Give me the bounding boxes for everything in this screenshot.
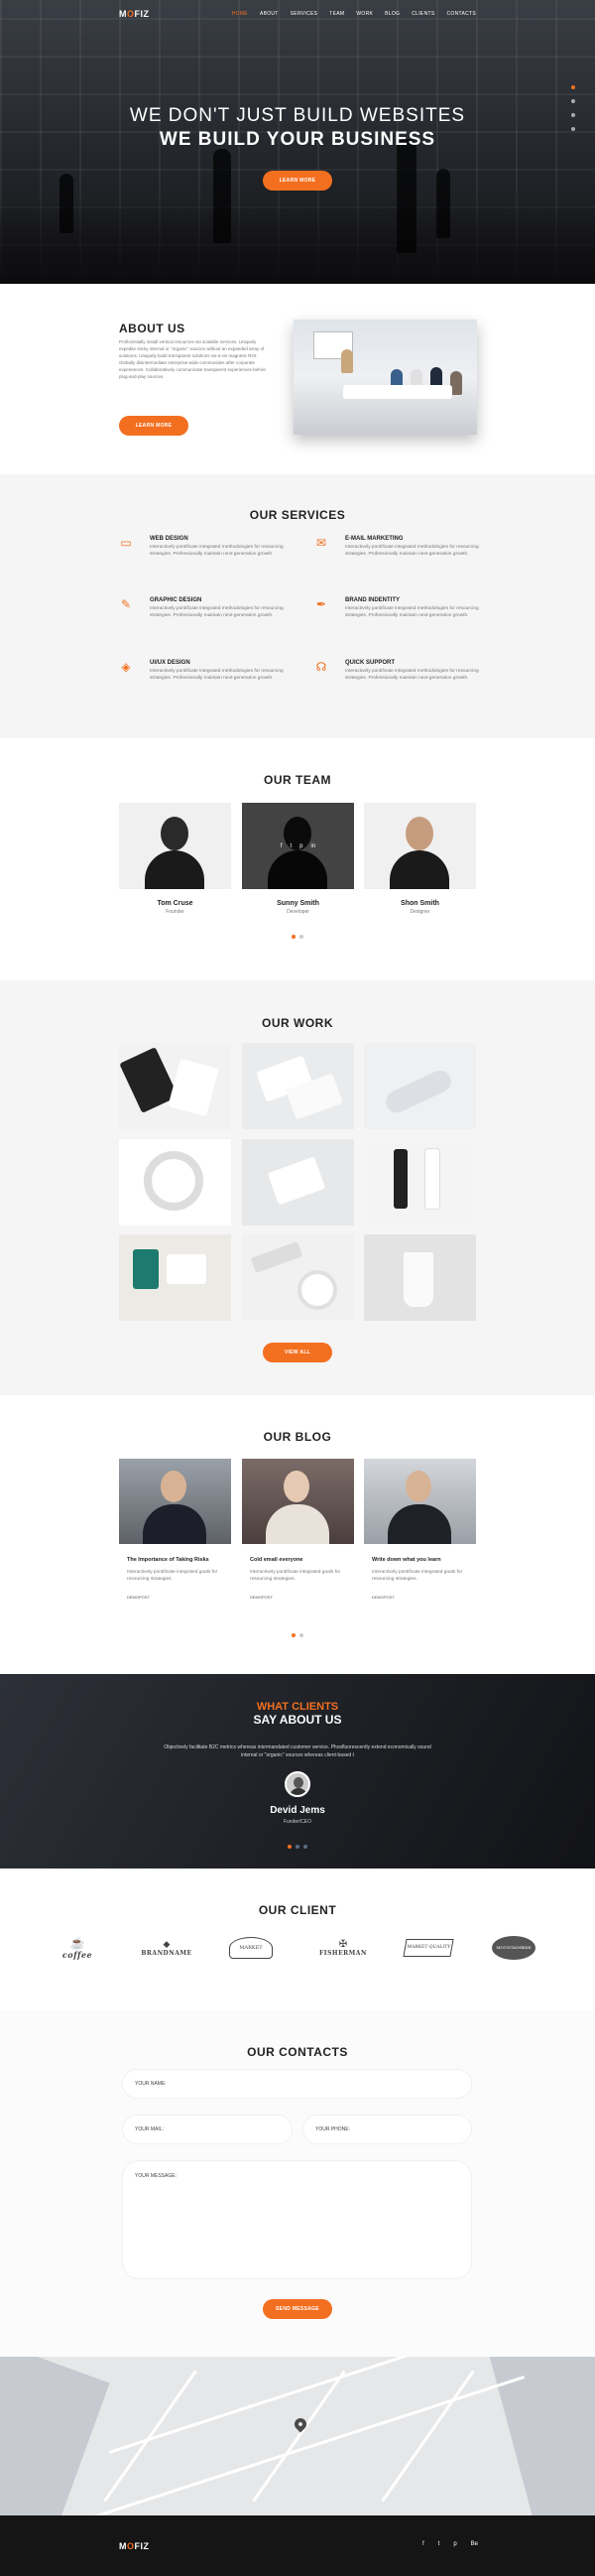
name-field[interactable]: YOUR NAME: (123, 2070, 471, 2098)
blog-title: OUR BLOG (263, 1430, 332, 1444)
pinterest-icon[interactable]: p (299, 843, 302, 849)
team-member: Tom Cruse Founder (119, 803, 231, 915)
portfolio-item[interactable] (364, 1234, 476, 1321)
nav-home[interactable]: HOME (232, 11, 248, 17)
team-member: Shon Smith Designer (364, 803, 476, 915)
nav-about[interactable]: ABOUT (260, 11, 279, 17)
footer: MOFIZ f t p Be (0, 2515, 595, 2576)
testimonial-quote: Objectively facilitate B2C metrics where… (164, 1744, 431, 1758)
team-social-overlay: f t p in (242, 803, 354, 889)
logo[interactable]: MOFIZ (119, 9, 150, 19)
pinterest-icon[interactable]: p (453, 2541, 456, 2547)
team-photo[interactable]: f t p in (242, 803, 354, 889)
edit-icon: ✎ (120, 597, 132, 611)
team-photo[interactable] (364, 803, 476, 889)
portfolio-item[interactable] (364, 1043, 476, 1129)
message-field[interactable]: YOUR MESSAGE: (123, 2161, 471, 2278)
phone-field[interactable]: YOUR PHONE: (303, 2116, 471, 2143)
client-logo[interactable]: MOUNTAINBIKE (486, 1928, 541, 1968)
testimonial-title: SAY ABOUT US (253, 1713, 342, 1727)
portfolio-item[interactable] (119, 1043, 231, 1129)
footer-logo[interactable]: MOFIZ (119, 2541, 150, 2551)
nav-clients[interactable]: CLIENTS (412, 11, 434, 17)
layers-icon: ◈ (121, 660, 131, 674)
hero-section: MOFIZ HOME ABOUT SERVICES TEAM WORK BLOG… (0, 0, 595, 284)
portfolio-item[interactable] (364, 1139, 476, 1225)
about-title: ABOUT US (119, 322, 185, 335)
footer-social: f t p Be (422, 2541, 478, 2547)
send-message-button[interactable]: SEND MESSAGE (263, 2299, 332, 2319)
about-image (294, 320, 477, 435)
blog-post: The Importance of Taking Risks Interacti… (119, 1459, 231, 1600)
monitor-icon: ▭ (120, 536, 132, 550)
testimonial-role: Funder/CEO (283, 1819, 312, 1825)
about-learn-more-button[interactable]: LEARN MORE (119, 416, 188, 436)
about-text: Proficientially install vertical resourc… (119, 339, 266, 379)
pen-icon: ✒ (315, 597, 327, 611)
clients-title: OUR CLIENT (258, 1903, 337, 1917)
blog-post: Write down what you learn Interactively … (364, 1459, 476, 1600)
work-section: OUR WORK VIEW ALL (0, 980, 595, 1395)
facebook-icon[interactable]: f (281, 843, 283, 849)
services-title: OUR SERVICES (249, 508, 346, 522)
avatar (285, 1771, 310, 1797)
client-logo[interactable]: ◆ BRANDNAME (137, 1928, 196, 1968)
main-menu: HOME ABOUT SERVICES TEAM WORK BLOG CLIEN… (232, 11, 476, 17)
testimonial-subtitle: WHAT CLIENTS (256, 1701, 339, 1713)
view-all-button[interactable]: VIEW ALL (263, 1343, 332, 1362)
services-section: OUR SERVICES ▭ WEB DESIGN Interactively … (0, 474, 595, 738)
client-logo[interactable]: MARKET QUALITY (401, 1928, 456, 1968)
work-title: OUR WORK (262, 1016, 333, 1030)
testimonial-dots (0, 1845, 595, 1849)
blog-image[interactable] (364, 1459, 476, 1544)
blog-carousel-dots (0, 1633, 595, 1637)
client-logo[interactable]: ☕ coffee (58, 1928, 97, 1968)
blog-post: Cold email everyone Interactively pontif… (242, 1459, 354, 1600)
map-pin-icon[interactable] (292, 2415, 309, 2433)
top-navigation: MOFIZ HOME ABOUT SERVICES TEAM WORK BLOG… (0, 0, 595, 28)
linkedin-icon[interactable]: in (311, 843, 316, 849)
map-section[interactable] (0, 2357, 595, 2515)
slider-dot[interactable] (571, 85, 575, 89)
portfolio-item[interactable] (119, 1139, 231, 1225)
hero-heading-line2: WE BUILD YOUR BUSINESS (159, 129, 436, 150)
nav-work[interactable]: WORK (356, 11, 373, 17)
about-section: ABOUT US Proficientially install vertica… (0, 284, 595, 474)
portfolio-item[interactable] (242, 1139, 354, 1225)
twitter-icon[interactable]: t (290, 843, 292, 849)
client-logo[interactable]: ✠ FISHERMAN (315, 1928, 371, 1968)
headset-icon: ☊ (315, 660, 327, 674)
hero-heading-line1: WE DON'T JUST BUILD WEBSITES (129, 105, 466, 126)
contacts-title: OUR CONTACTS (247, 2045, 348, 2059)
mail-icon: ✉ (315, 536, 327, 550)
team-title: OUR TEAM (264, 773, 331, 787)
team-carousel-dots (0, 935, 595, 939)
blog-section: OUR BLOG The Importance of Taking Risks … (0, 1395, 595, 1674)
portfolio-item[interactable] (242, 1234, 354, 1321)
client-logo[interactable]: MARKET (226, 1928, 276, 1968)
testimonial-section: WHAT CLIENTS SAY ABOUT US Objectively fa… (0, 1674, 595, 1868)
team-member: f t p in Sunny Smith Developer (242, 803, 354, 915)
contacts-section: OUR CONTACTS YOUR NAME: YOUR MAIL: YOUR … (0, 2010, 595, 2357)
testimonial-name: Devid Jems (270, 1805, 325, 1816)
nav-team[interactable]: TEAM (329, 11, 344, 17)
blog-image[interactable] (119, 1459, 231, 1544)
nav-contacts[interactable]: CONTACTS (446, 11, 476, 17)
blog-image[interactable] (242, 1459, 354, 1544)
team-section: OUR TEAM Tom Cruse Founder f t p in Sunn… (0, 738, 595, 980)
slider-dot[interactable] (571, 99, 575, 103)
behance-icon[interactable]: Be (471, 2541, 478, 2547)
nav-blog[interactable]: BLOG (385, 11, 400, 17)
twitter-icon[interactable]: t (438, 2541, 440, 2547)
nav-services[interactable]: SERVICES (291, 11, 318, 17)
hero-learn-more-button[interactable]: LEARN MORE (263, 171, 332, 191)
portfolio-item[interactable] (119, 1234, 231, 1321)
clients-section: OUR CLIENT ☕ coffee ◆ BRANDNAME MARKET ✠ FI… (0, 1868, 595, 2010)
team-photo[interactable] (119, 803, 231, 889)
email-field[interactable]: YOUR MAIL: (123, 2116, 292, 2143)
portfolio-item[interactable] (242, 1043, 354, 1129)
facebook-icon[interactable]: f (422, 2541, 424, 2547)
